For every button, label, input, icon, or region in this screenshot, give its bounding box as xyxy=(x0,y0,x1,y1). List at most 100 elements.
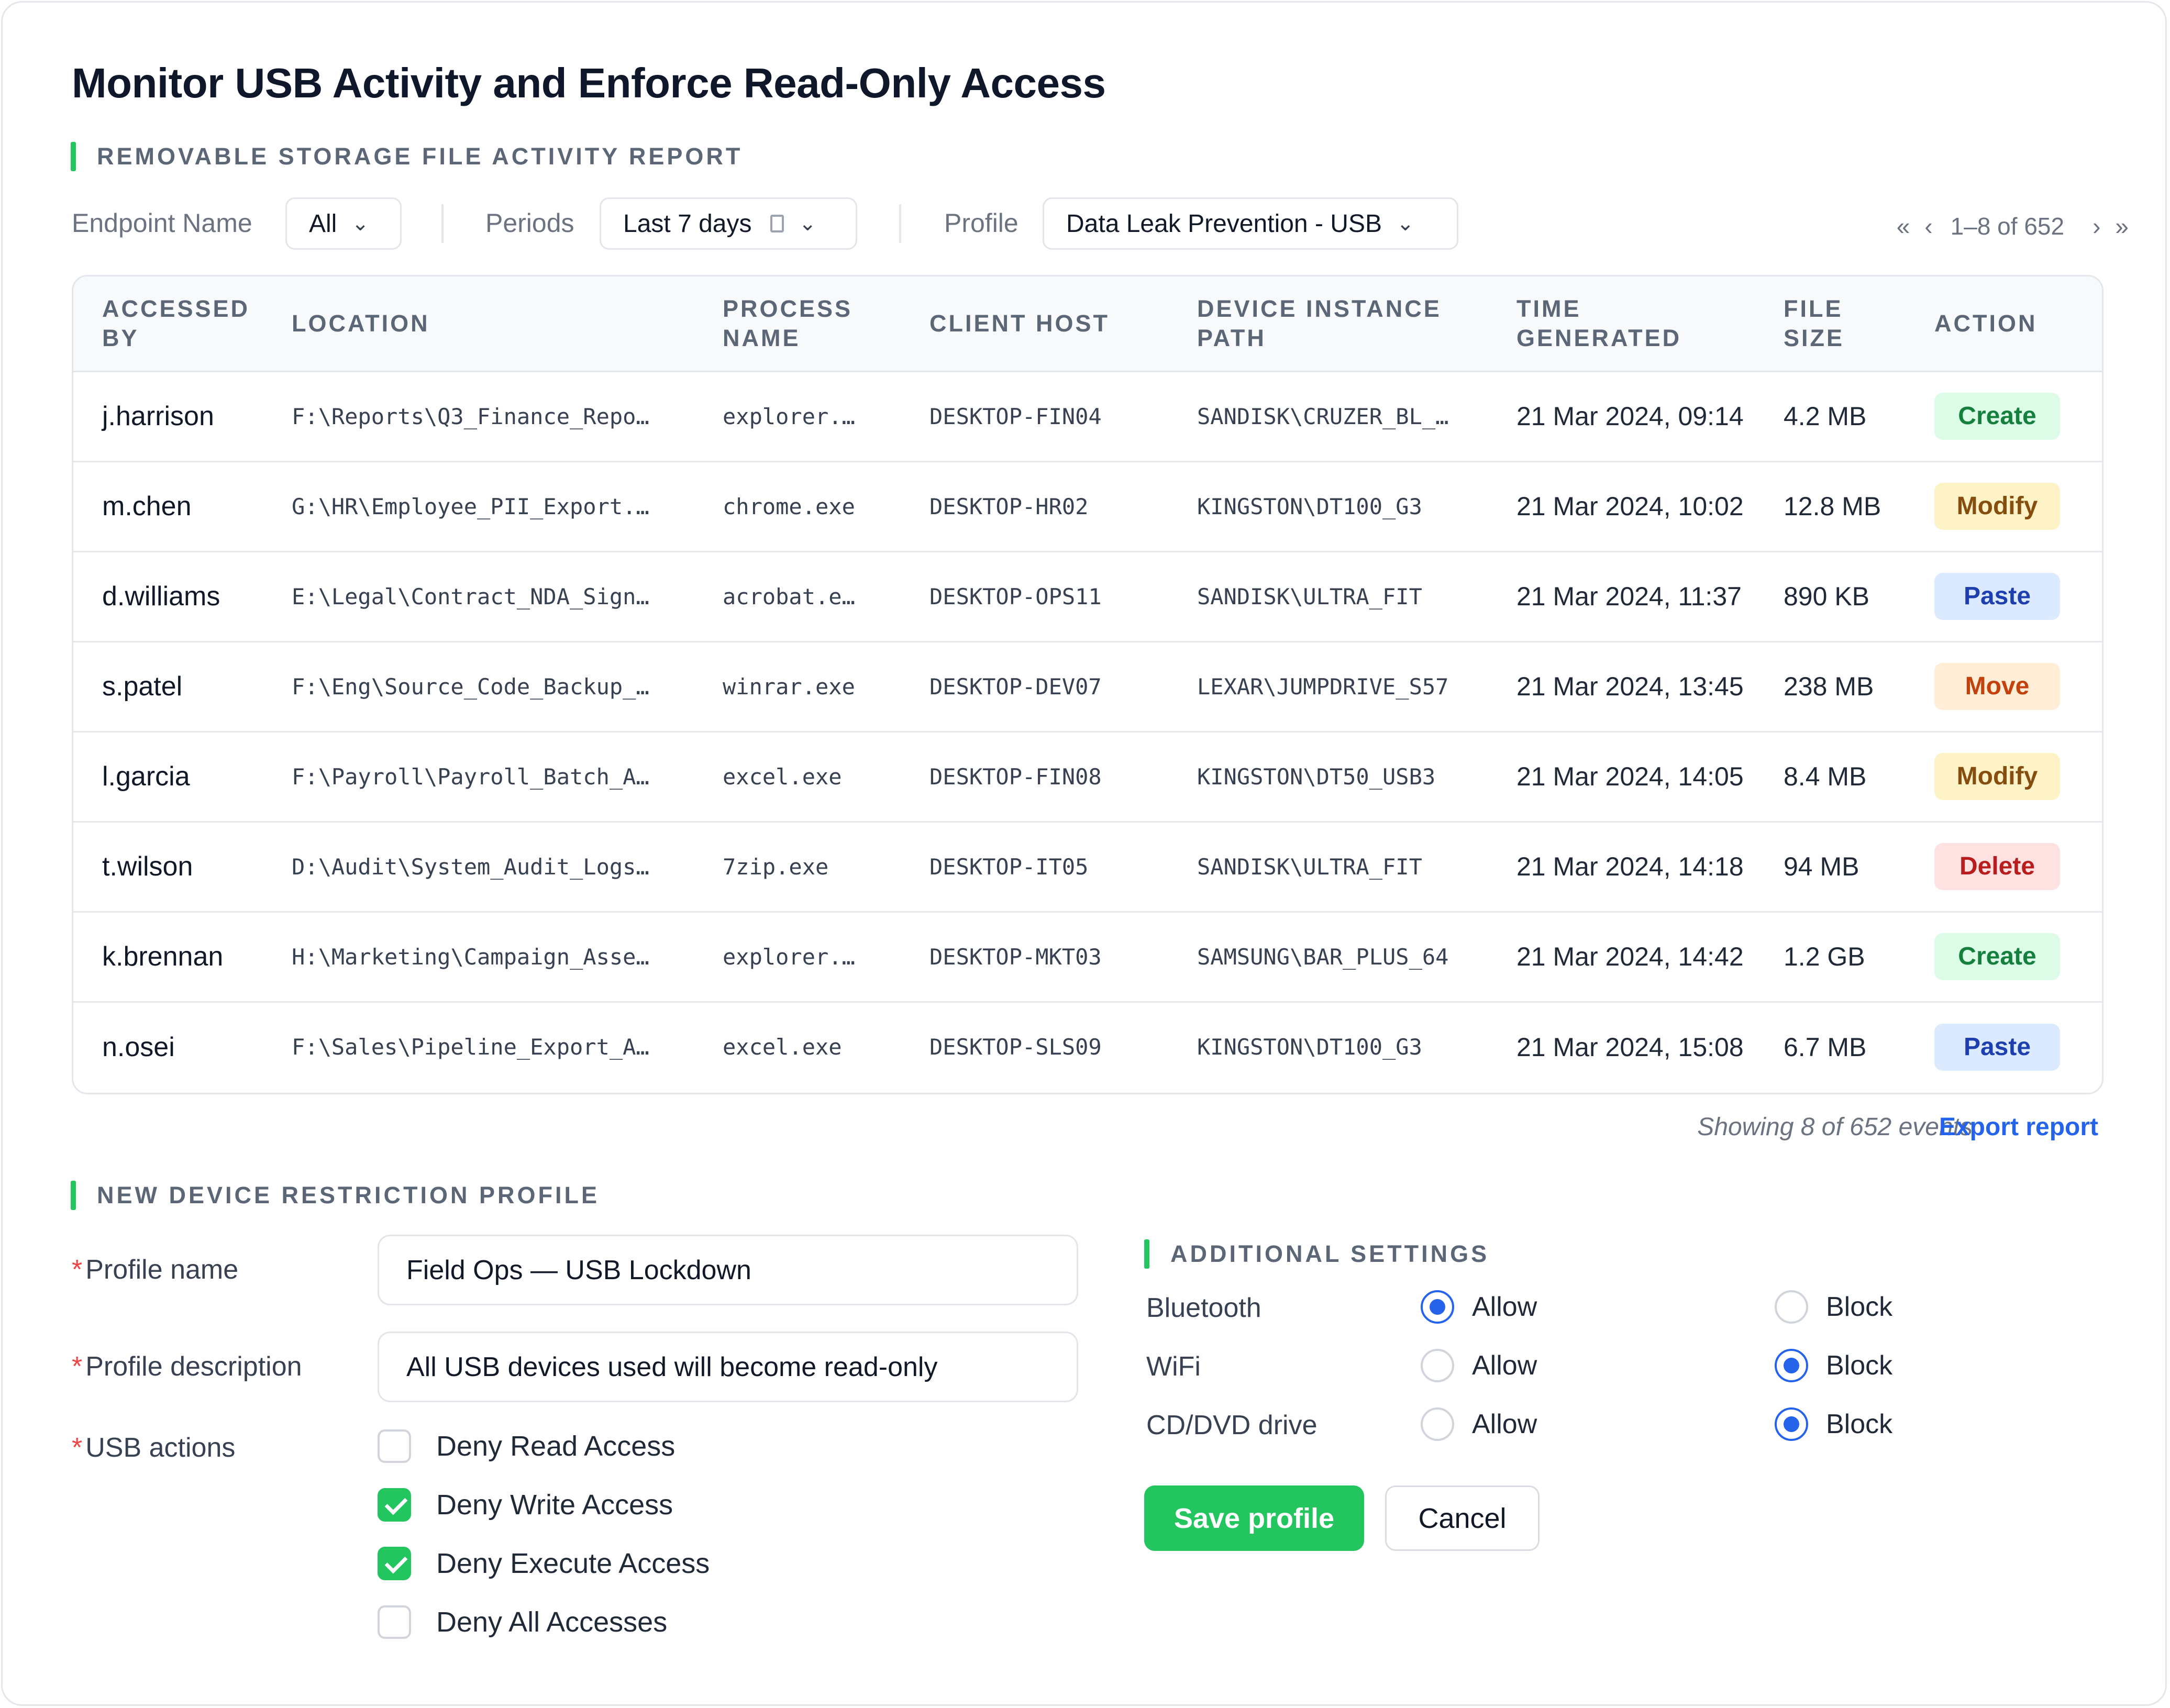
table-row[interactable]: k.brennan H:\Marketing\Campaign_Asse… expl… xyxy=(73,912,2102,1002)
checkbox[interactable] xyxy=(378,1488,411,1522)
endpoint-select[interactable]: All ⌄ xyxy=(285,197,402,250)
profile-select-value: Data Leak Prevention - USB xyxy=(1066,209,1382,238)
required-mark: * xyxy=(72,1433,83,1463)
accessed-by-cell: s.patel xyxy=(102,671,183,702)
column-header[interactable]: PROCESS NAME xyxy=(694,276,901,372)
checkbox[interactable] xyxy=(378,1547,411,1580)
setting-radio-block[interactable]: Block xyxy=(1775,1407,1892,1441)
setting-radio-allow[interactable]: Allow xyxy=(1421,1349,1537,1382)
process-name-cell: excel.exe xyxy=(723,763,842,790)
table-row[interactable]: d.williams E:\Legal\Contract_NDA_Sign… acr… xyxy=(73,551,2102,641)
checkbox[interactable] xyxy=(378,1605,411,1639)
accessed-by-cell: j.harrison xyxy=(102,401,214,431)
usb-action-option[interactable]: Deny Write Access xyxy=(378,1488,673,1522)
table-row[interactable]: m.chen G:\HR\Employee_PII_Export.… chrome.… xyxy=(73,461,2102,551)
usb-action-label: Deny Read Access xyxy=(436,1430,676,1462)
profile-name-value: Field Ops — USB Lockdown xyxy=(406,1255,751,1285)
profile-name-input[interactable]: Field Ops — USB Lockdown xyxy=(378,1235,1078,1305)
table-row[interactable]: t.wilson D:\Audit\System_Audit_Logs… 7zip.… xyxy=(73,822,2102,912)
profile-filter-label: Profile xyxy=(944,208,1018,238)
export-report-link[interactable]: Export report xyxy=(1939,1113,2098,1141)
action-badge: Delete xyxy=(1934,843,2060,890)
setting-label: WiFi xyxy=(1146,1351,1201,1382)
time-generated-cell: 21 Mar 2024, 15:08 xyxy=(1516,1032,1744,1062)
action-cell: Delete xyxy=(1906,822,2102,912)
profile-description-input[interactable]: All USB devices used will become read-on… xyxy=(378,1332,1078,1402)
chevron-down-icon: ⌄ xyxy=(799,212,816,235)
file-size-cell: 238 MB xyxy=(1784,672,1874,701)
device-path-cell: SANDISK\ULTRA_FIT xyxy=(1197,583,1422,609)
periods-select[interactable]: Last 7 days ⌄ xyxy=(600,197,857,250)
checkbox[interactable] xyxy=(378,1429,411,1463)
process-name-cell: excel.exe xyxy=(723,1034,842,1060)
profile-name-label: * Profile name xyxy=(72,1255,239,1285)
radio-button[interactable] xyxy=(1421,1349,1454,1382)
client-host-cell: DESKTOP-IT05 xyxy=(929,853,1089,880)
radio-label: Allow xyxy=(1472,1292,1537,1322)
location-cell: G:\HR\Employee_PII_Export.… xyxy=(292,493,649,519)
file-size-cell: 890 KB xyxy=(1784,582,1870,611)
column-header[interactable]: TIME GENERATED xyxy=(1488,276,1755,372)
filter-divider xyxy=(441,204,444,243)
radio-button[interactable] xyxy=(1775,1290,1808,1324)
action-badge: Create xyxy=(1934,933,2060,980)
endpoint-select-value: All xyxy=(309,209,337,238)
location-cell: H:\Marketing\Campaign_Asse… xyxy=(292,944,649,970)
setting-radio-block[interactable]: Block xyxy=(1775,1290,1892,1324)
setting-radio-block[interactable]: Block xyxy=(1775,1349,1892,1382)
chevron-down-icon: ⌄ xyxy=(351,212,369,235)
column-header[interactable]: LOCATION xyxy=(263,276,694,372)
client-host-cell: DESKTOP-SLS09 xyxy=(929,1034,1102,1060)
prev-page-icon[interactable]: ‹ xyxy=(1924,212,1932,240)
column-header[interactable]: ACCESSED BY xyxy=(73,276,263,372)
table-row[interactable]: l.garcia F:\Payroll\Payroll_Batch_A… excel… xyxy=(73,731,2102,822)
radio-label: Allow xyxy=(1472,1350,1537,1381)
usb-action-option[interactable]: Deny All Accesses xyxy=(378,1605,667,1639)
radio-label: Allow xyxy=(1472,1409,1537,1439)
radio-button[interactable] xyxy=(1421,1407,1454,1441)
cancel-button[interactable]: Cancel xyxy=(1385,1485,1540,1551)
required-mark: * xyxy=(72,1351,83,1382)
save-profile-button[interactable]: Save profile xyxy=(1144,1485,1364,1551)
column-header[interactable]: DEVICE INSTANCE PATH xyxy=(1168,276,1488,372)
column-header[interactable]: ACTION xyxy=(1906,276,2102,372)
radio-button[interactable] xyxy=(1775,1407,1808,1441)
process-name-cell: winrar.exe xyxy=(723,673,855,700)
next-page-icon[interactable]: › xyxy=(2092,212,2100,240)
first-page-icon[interactable]: « xyxy=(1897,212,1910,240)
profile-section-title: NEW DEVICE RESTRICTION PROFILE xyxy=(97,1182,600,1208)
additional-settings-header: ADDITIONAL SETTINGS xyxy=(1144,1239,1489,1269)
client-host-cell: DESKTOP-HR02 xyxy=(929,493,1089,519)
setting-radio-allow[interactable]: Allow xyxy=(1421,1290,1537,1324)
file-size-cell: 4.2 MB xyxy=(1784,402,1867,431)
location-cell: E:\Legal\Contract_NDA_Sign… xyxy=(292,583,649,609)
column-header[interactable]: CLIENT HOST xyxy=(901,276,1168,372)
periods-select-value: Last 7 days xyxy=(623,209,752,238)
time-generated-cell: 21 Mar 2024, 11:37 xyxy=(1516,582,1742,611)
profile-select[interactable]: Data Leak Prevention - USB ⌄ xyxy=(1043,197,1458,250)
accessed-by-cell: k.brennan xyxy=(102,941,224,972)
location-cell: D:\Audit\System_Audit_Logs… xyxy=(292,853,649,880)
time-generated-cell: 21 Mar 2024, 14:42 xyxy=(1516,942,1744,971)
profile-section-header: NEW DEVICE RESTRICTION PROFILE xyxy=(71,1181,600,1210)
usb-action-option[interactable]: Deny Execute Access xyxy=(378,1547,710,1580)
client-host-cell: DESKTOP-MKT03 xyxy=(929,944,1102,970)
setting-label: CD/DVD drive xyxy=(1146,1410,1318,1440)
column-header[interactable]: FILE SIZE xyxy=(1755,276,1906,372)
table-row[interactable]: j.harrison F:\Reports\Q3_Finance_Repo… exp… xyxy=(73,371,2102,461)
table-row[interactable]: n.osei F:\Sales\Pipeline_Export_A… excel.e… xyxy=(73,1002,2102,1092)
setting-radio-allow[interactable]: Allow xyxy=(1421,1407,1537,1441)
table-header-row: ACCESSED BY LOCATION PROCESS NAME CLIENT… xyxy=(73,276,2102,372)
last-page-icon[interactable]: » xyxy=(2115,212,2129,240)
accessed-by-cell: n.osei xyxy=(102,1032,175,1062)
radio-button[interactable] xyxy=(1421,1290,1454,1324)
device-path-cell: SAMSUNG\BAR_PLUS_64 xyxy=(1197,944,1449,970)
usb-action-option[interactable]: Deny Read Access xyxy=(378,1429,675,1463)
profile-description-value: All USB devices used will become read-on… xyxy=(406,1351,938,1382)
time-generated-cell: 21 Mar 2024, 10:02 xyxy=(1516,492,1744,521)
file-size-cell: 6.7 MB xyxy=(1784,1032,1867,1062)
table-row[interactable]: s.patel F:\Eng\Source_Code_Backup_… winrar… xyxy=(73,641,2102,731)
time-generated-cell: 21 Mar 2024, 13:45 xyxy=(1516,672,1744,701)
radio-button[interactable] xyxy=(1775,1349,1808,1382)
profile-description-label: * Profile description xyxy=(72,1351,302,1382)
